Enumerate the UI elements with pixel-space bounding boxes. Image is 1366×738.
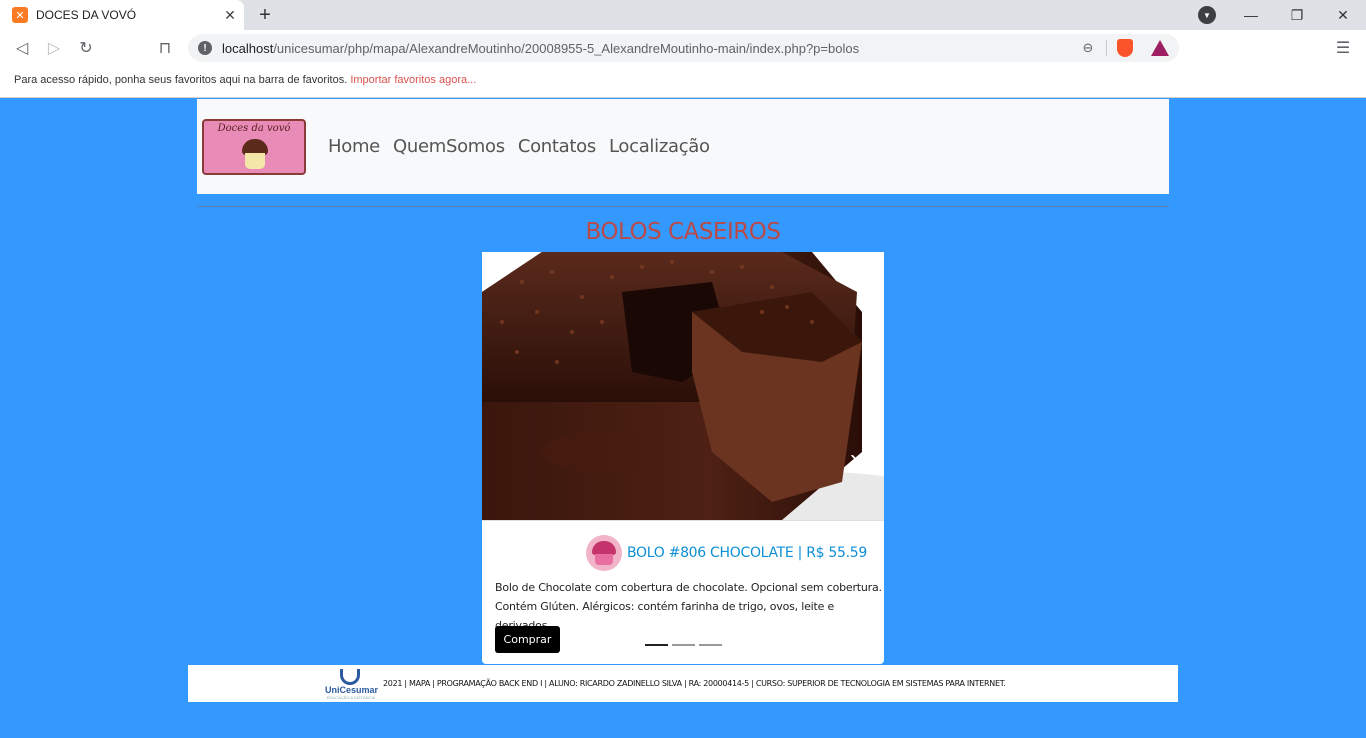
carousel-indicator-1[interactable] bbox=[645, 644, 668, 646]
forward-icon[interactable]: ▷ bbox=[43, 37, 65, 59]
url-text[interactable]: localhost/unicesumar/php/mapa/AlexandreM… bbox=[222, 41, 1080, 56]
browser-tab[interactable]: ✕ DOCES DA VOVÓ ✕ bbox=[0, 0, 244, 30]
unicesumar-logo: UniCesumar EDUCAÇÃO A DISTÂNCIA bbox=[325, 668, 379, 700]
site-footer: UniCesumar EDUCAÇÃO A DISTÂNCIA 2021 | M… bbox=[188, 665, 1178, 702]
omnibox-separator bbox=[1106, 40, 1107, 56]
bookmarks-hint: Para acesso rápido, ponha seus favoritos… bbox=[14, 74, 348, 86]
restore-icon[interactable]: ❐ bbox=[1286, 4, 1308, 26]
nav-home[interactable]: Home bbox=[328, 136, 380, 157]
xampp-favicon-icon: ✕ bbox=[12, 7, 28, 23]
reload-icon[interactable]: ↻ bbox=[75, 37, 97, 59]
unicesumar-mark-icon bbox=[340, 668, 360, 685]
product-card-body: BOLO #806 CHOCOLATE | R$ 55.59 Bolo de C… bbox=[482, 520, 884, 664]
back-icon[interactable]: ◁ bbox=[11, 37, 33, 59]
tab-search-icon[interactable]: ▼ bbox=[1198, 6, 1216, 24]
import-bookmarks-link[interactable]: Importar favoritos agora... bbox=[350, 74, 476, 86]
product-title: BOLO #806 CHOCOLATE | R$ 55.59 bbox=[627, 545, 867, 561]
browser-toolbar: ◁ ▷ ↻ ⊓ ! localhost/unicesumar/php/mapa/… bbox=[0, 30, 1366, 66]
zoom-icon[interactable]: ⊖ bbox=[1080, 40, 1096, 56]
unicesumar-logo-name: UniCesumar bbox=[325, 684, 379, 695]
tab-title: DOCES DA VOVÓ bbox=[36, 8, 137, 22]
nav-links: Home QuemSomos Contatos Localização bbox=[328, 136, 723, 157]
site-info-icon[interactable]: ! bbox=[198, 41, 212, 55]
url-path: /unicesumar/php/mapa/AlexandreMoutinho/2… bbox=[273, 40, 860, 56]
url-host: localhost bbox=[222, 40, 274, 56]
product-header: BOLO #806 CHOCOLATE | R$ 55.59 bbox=[586, 535, 867, 571]
site-navbar: Doces da vovó Home QuemSomos Contatos Lo… bbox=[197, 99, 1169, 194]
product-card: BOLO #806 CHOCOLATE | R$ 55.59 Bolo de C… bbox=[482, 252, 884, 664]
unicesumar-logo-sub: EDUCAÇÃO A DISTÂNCIA bbox=[326, 694, 376, 700]
tab-close-icon[interactable]: ✕ bbox=[222, 7, 238, 23]
address-bar[interactable]: ! localhost/unicesumar/php/mapa/Alexandr… bbox=[188, 34, 1179, 62]
cupcake-icon bbox=[586, 535, 622, 571]
logo-text: Doces da vovó bbox=[217, 122, 291, 134]
carousel-indicator-2[interactable] bbox=[672, 644, 695, 646]
nav-contatos[interactable]: Contatos bbox=[518, 136, 596, 157]
carousel-next-icon[interactable]: › bbox=[843, 445, 865, 472]
minimize-icon[interactable]: — bbox=[1240, 4, 1262, 26]
browser-menu-icon[interactable]: ☰ bbox=[1334, 39, 1352, 57]
nav-localizacao[interactable]: Localização bbox=[609, 136, 710, 157]
bookmarks-bar: Para acesso rápido, ponha seus favoritos… bbox=[0, 66, 1366, 98]
buy-button[interactable]: Comprar bbox=[495, 626, 560, 653]
carousel-indicator-3[interactable] bbox=[699, 644, 722, 646]
divider bbox=[197, 206, 1169, 207]
section-title: BOLOS CASEIROS bbox=[585, 219, 781, 245]
chocolate-cake-image bbox=[482, 252, 884, 520]
browser-tab-bar: ✕ DOCES DA VOVÓ ✕ + ▼ — ❐ ✕ bbox=[0, 0, 1366, 30]
description-line-1: Bolo de Chocolate com cobertura de choco… bbox=[495, 581, 882, 594]
brave-shield-icon[interactable] bbox=[1117, 39, 1133, 57]
carousel-indicators bbox=[645, 644, 726, 646]
cupcake-icon bbox=[242, 138, 268, 169]
close-window-icon[interactable]: ✕ bbox=[1332, 4, 1354, 26]
nav-quem-somos[interactable]: QuemSomos bbox=[393, 136, 505, 157]
new-tab-icon[interactable]: + bbox=[255, 5, 275, 25]
brave-rewards-icon[interactable] bbox=[1151, 40, 1169, 56]
footer-text: 2021 | MAPA | PROGRAMAÇÃO BACK END I | A… bbox=[383, 679, 1006, 688]
site-logo[interactable]: Doces da vovó bbox=[202, 118, 306, 175]
bookmark-icon[interactable]: ⊓ bbox=[154, 37, 176, 59]
